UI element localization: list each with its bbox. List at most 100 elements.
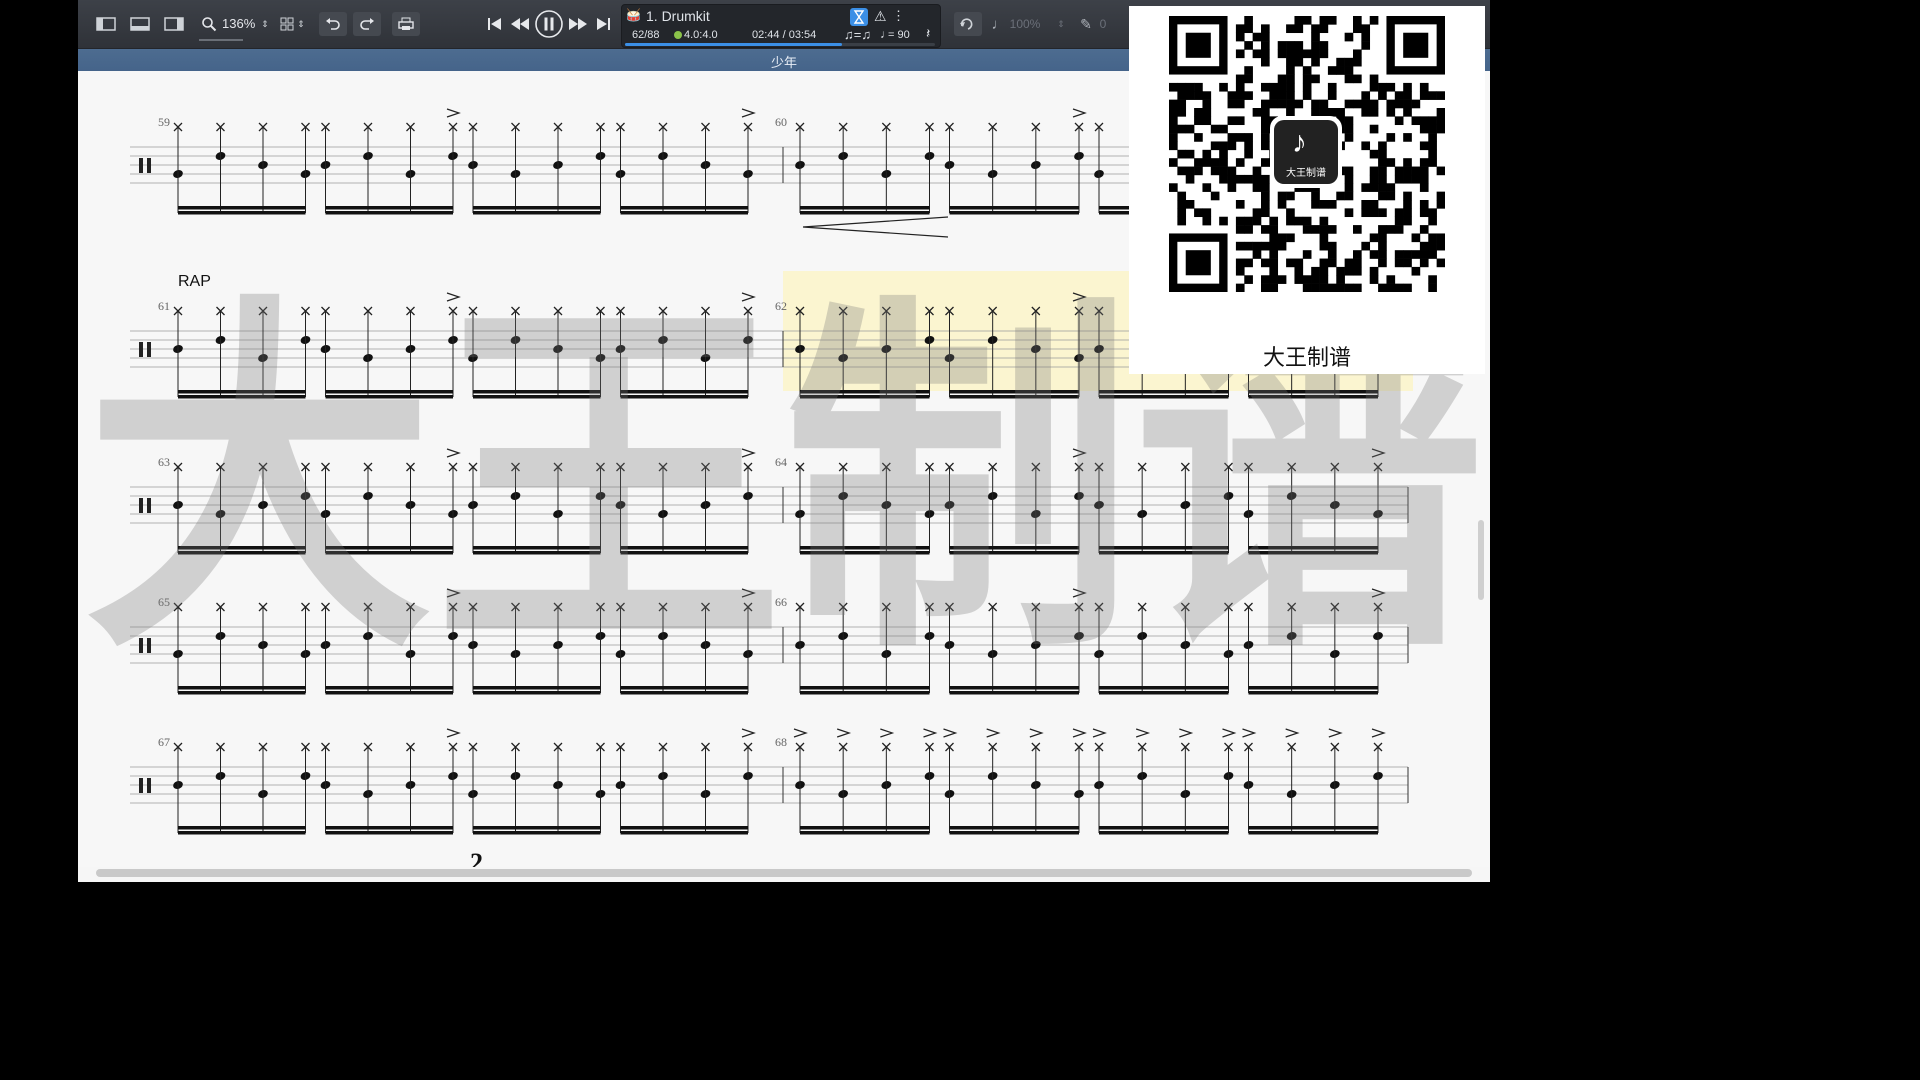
fast-forward-icon[interactable] (566, 12, 590, 36)
triplet-feel-icon[interactable]: ♫=♫ (844, 27, 871, 42)
zoom-slider[interactable] (199, 39, 243, 41)
qr-module (1403, 174, 1412, 184)
qr-module (1302, 16, 1312, 25)
note-icon[interactable]: ♩ (992, 12, 1007, 36)
layout-stepper-icon[interactable]: ⇕ (296, 12, 306, 36)
crescendo-hairpin (802, 216, 949, 238)
qr-module (1235, 241, 1245, 251)
qr-module (1369, 208, 1379, 218)
track-name[interactable]: 1. Drumkit (646, 8, 710, 24)
qr-module (1378, 141, 1387, 151)
note-beam (473, 390, 601, 394)
qr-module (1294, 49, 1304, 59)
qr-module (1244, 41, 1253, 50)
qr-module (1344, 116, 1354, 126)
zoom-level[interactable]: 136% (222, 16, 255, 31)
tempo-value[interactable]: = 90 (888, 29, 910, 41)
qr-module (1369, 99, 1379, 109)
qr-module (1244, 133, 1253, 142)
accent-mark (1092, 728, 1107, 738)
pen-icon[interactable]: ✎ (1076, 12, 1096, 36)
status-dot-icon (674, 31, 682, 39)
note-beam (800, 390, 930, 394)
zoom-stepper-icon[interactable]: ⇕ (260, 12, 270, 36)
qr-module (1369, 149, 1379, 159)
hourglass-icon[interactable] (850, 8, 868, 26)
qr-module (1327, 283, 1337, 292)
measure-number: 62 (775, 299, 787, 313)
note-beam (178, 395, 306, 399)
qr-module (1185, 200, 1195, 209)
skip-forward-icon[interactable] (592, 12, 614, 36)
qr-module (1252, 32, 1262, 42)
qr-module (1344, 191, 1354, 201)
tuning-fork-icon[interactable]: 𝄽 (926, 25, 930, 42)
metronome-icon[interactable]: ⚠ (874, 8, 887, 25)
note-beam (473, 831, 601, 835)
qr-module (1244, 16, 1253, 25)
percussion-clef-icon (139, 158, 143, 173)
qr-module (1235, 32, 1245, 42)
note-beam (178, 691, 306, 695)
sidebar-left-icon[interactable] (92, 12, 120, 36)
note-beam (949, 395, 1079, 399)
qr-module (1286, 49, 1295, 59)
qr-module (1244, 174, 1253, 184)
volume-value[interactable]: 100% (1008, 12, 1042, 36)
panel-bottom-icon[interactable] (126, 12, 154, 36)
qr-module (1403, 216, 1412, 226)
qr-module (1185, 91, 1195, 100)
accent-mark (1371, 448, 1386, 458)
qr-module (1286, 99, 1295, 109)
qr-module (1294, 41, 1304, 50)
qr-module (1319, 225, 1329, 234)
skip-back-icon[interactable] (484, 12, 506, 36)
accent-mark (741, 108, 756, 118)
more-icon[interactable]: ⋮ (892, 8, 905, 24)
qr-module (1344, 99, 1354, 109)
qr-module (1411, 174, 1421, 184)
qr-module (1252, 250, 1262, 259)
qr-module (1411, 99, 1421, 109)
note-beam (620, 831, 748, 835)
qr-module (1261, 283, 1270, 292)
note-beam (949, 831, 1079, 835)
undo-icon[interactable] (319, 12, 347, 36)
qr-module (1394, 116, 1404, 126)
qr-module (1319, 49, 1329, 59)
qr-module (1327, 250, 1337, 259)
sidebar-right-icon[interactable] (160, 12, 188, 36)
layout-grid-icon[interactable] (278, 12, 296, 36)
qr-module (1436, 91, 1445, 100)
print-icon[interactable] (392, 12, 420, 36)
loop-icon[interactable] (954, 12, 982, 36)
redo-icon[interactable] (353, 12, 381, 36)
qr-module (1319, 275, 1329, 284)
qr-module (1210, 191, 1220, 201)
note-beam (1099, 395, 1229, 399)
counter-value[interactable]: 0 (1098, 12, 1108, 36)
qr-module (1252, 183, 1262, 192)
rewind-icon[interactable] (508, 12, 532, 36)
horizontal-scrollbar[interactable] (96, 869, 1472, 877)
pause-icon[interactable] (534, 9, 564, 39)
qr-module (1269, 275, 1279, 284)
qr-module (1386, 108, 1396, 117)
note-beam (178, 206, 306, 210)
qr-module (1311, 32, 1320, 42)
qr-module (1411, 250, 1421, 259)
qr-module (1311, 283, 1320, 292)
zoom-icon[interactable] (198, 12, 220, 36)
time-signature: 4.0:4.0 (684, 29, 718, 41)
qr-module (1185, 124, 1195, 134)
vertical-scrollbar[interactable] (1478, 520, 1484, 600)
qr-module (1353, 266, 1362, 276)
qr-module (1177, 82, 1187, 92)
accent-mark (1029, 728, 1044, 738)
playback-progress[interactable] (625, 43, 935, 46)
qr-module (1244, 24, 1253, 34)
qr-module (1261, 57, 1270, 67)
qr-module (1219, 166, 1228, 176)
volume-stepper-icon[interactable]: ⇕ (1056, 12, 1066, 36)
qr-module (1419, 258, 1429, 268)
